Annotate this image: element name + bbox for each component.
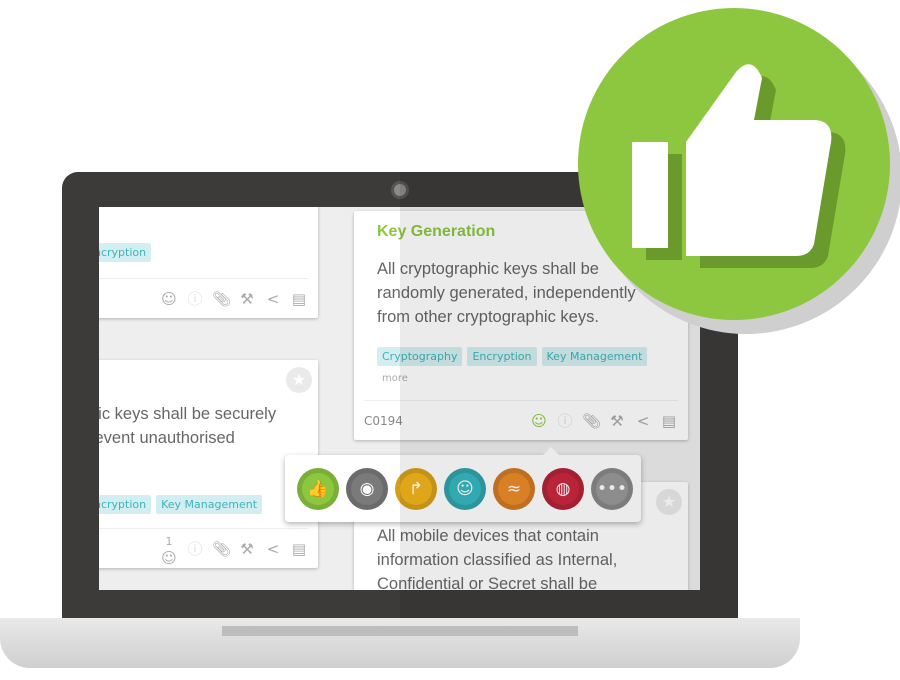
more-link[interactable]: more xyxy=(382,373,408,384)
tag[interactable]: Key Management xyxy=(156,495,263,514)
tag[interactable]: ncryption xyxy=(99,495,152,514)
share-icon[interactable]: < xyxy=(634,412,652,430)
card-body-line: All mobile devices that contain xyxy=(377,527,599,545)
card-body-line: Confidential or Secret shall be xyxy=(377,575,598,590)
reaction-forward-button[interactable]: ↱ xyxy=(395,467,437,510)
comment-icon[interactable]: ▤ xyxy=(290,540,308,558)
card-body-line: information classified as Internal, xyxy=(377,551,618,569)
tag[interactable]: Cryptography xyxy=(377,347,463,366)
smiley-icon[interactable]: 1☺ xyxy=(160,531,178,567)
tag[interactable]: Key Management xyxy=(541,347,648,366)
comment-icon[interactable]: ▤ xyxy=(290,290,308,308)
card-footer: C0194 ☺ ⓘ 📎︎ ⚒ < ▤ xyxy=(364,400,678,440)
card-footer: 1☺ ⓘ 📎︎ ⚒ < ▤ xyxy=(99,528,308,568)
gavel-icon[interactable]: ⚒ xyxy=(238,540,256,558)
info-icon[interactable]: ⓘ xyxy=(186,538,204,559)
reaction-speak-button[interactable]: ☺ xyxy=(444,467,486,510)
reaction-count: 1 xyxy=(165,534,173,548)
control-id: C0194 xyxy=(364,413,403,428)
info-icon[interactable]: ⓘ xyxy=(556,410,574,431)
star-icon[interactable]: ★ xyxy=(656,489,682,515)
tag[interactable]: Encryption xyxy=(467,347,537,366)
gavel-icon[interactable]: ⚒ xyxy=(608,412,626,430)
gavel-icon[interactable]: ⚒ xyxy=(238,290,256,308)
info-icon[interactable]: ⓘ xyxy=(186,288,204,309)
camera xyxy=(391,181,409,199)
tag[interactable]: ncryption xyxy=(99,243,152,262)
reaction-confused-button[interactable]: ≈ xyxy=(493,467,535,510)
smiley-icon[interactable]: ☺ xyxy=(530,412,548,430)
reaction-more-button[interactable]: ••• xyxy=(591,467,633,510)
meat-icon: ◍ xyxy=(555,478,571,499)
reaction-meat-button[interactable]: ◍ xyxy=(542,467,584,510)
share-icon[interactable]: < xyxy=(264,290,282,308)
card-title: Key Generation xyxy=(377,223,496,240)
smiley-icon[interactable]: ☺ xyxy=(160,290,178,308)
share-icon[interactable]: < xyxy=(264,540,282,558)
more-icon: ••• xyxy=(596,478,628,499)
card-footer: ☺ ⓘ 📎︎ ⚒ < ▤ xyxy=(99,278,308,318)
speak-icon: ☺ xyxy=(456,478,474,499)
star-icon[interactable]: ★ xyxy=(286,367,312,393)
card-body-line: hic keys shall be securely xyxy=(99,405,277,423)
trackpad-slot xyxy=(222,626,578,636)
like-icon: 👍 xyxy=(307,478,329,499)
paperclip-icon[interactable]: 📎︎ xyxy=(582,412,601,430)
paperclip-icon[interactable]: 📎︎ xyxy=(212,290,231,308)
reaction-watch-button[interactable]: ◉ xyxy=(346,467,388,510)
comment-icon[interactable]: ▤ xyxy=(660,412,678,430)
watch-icon: ◉ xyxy=(359,478,375,499)
card-body-line: revent unauthorised xyxy=(99,429,235,447)
confused-icon: ≈ xyxy=(506,478,522,499)
reaction-picker: 👍 ◉ ↱ ☺ ≈ ◍ ••• xyxy=(285,447,641,522)
reaction-like-button[interactable]: 👍 xyxy=(297,467,339,510)
forward-icon: ↱ xyxy=(408,478,424,499)
control-card[interactable]: ncryption ☺ ⓘ 📎︎ ⚒ < ▤ xyxy=(99,207,318,318)
paperclip-icon[interactable]: 📎︎ xyxy=(212,540,231,558)
thumbs-up-badge xyxy=(578,8,890,320)
thumbs-up-icon xyxy=(632,64,846,269)
